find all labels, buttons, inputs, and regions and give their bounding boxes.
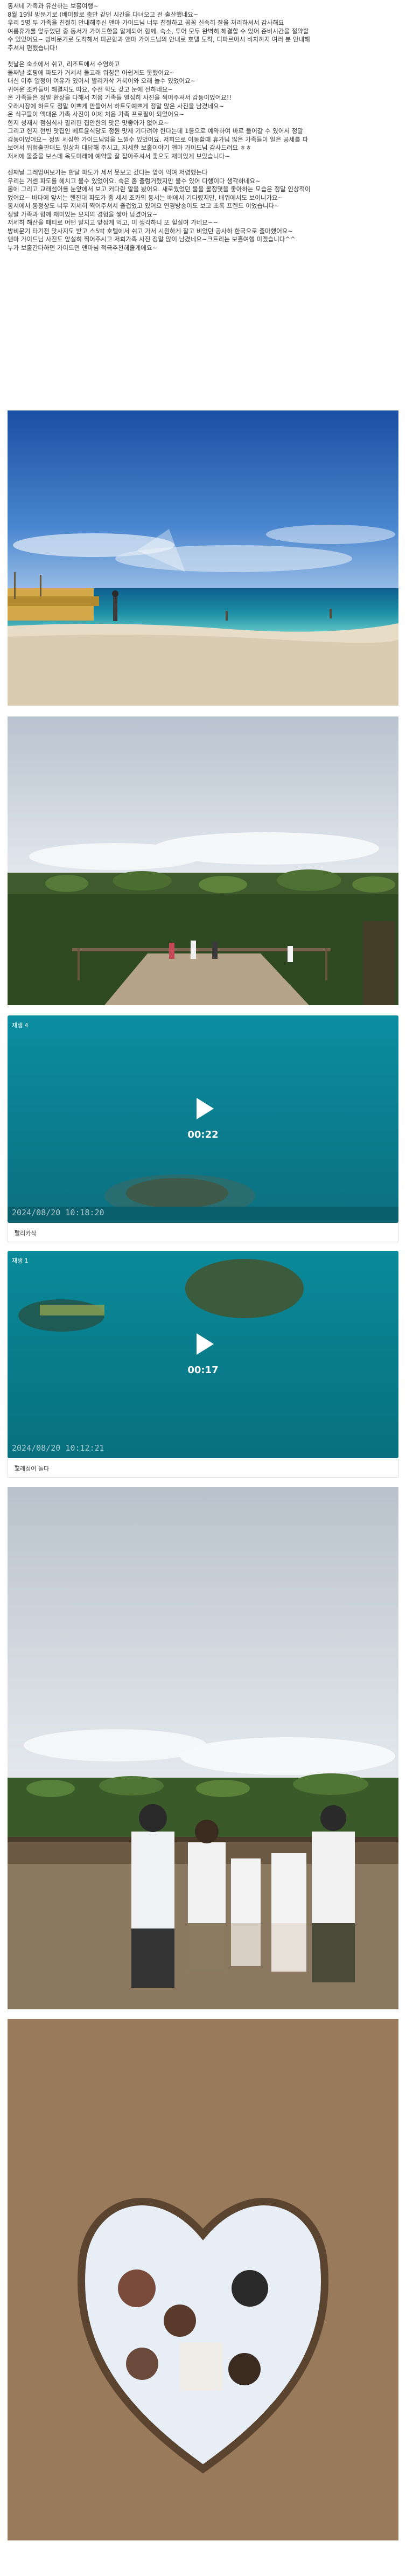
text-line: 앤마 가이드님 사진도 앞설히 찍어주시고 저희가족 사진 정말 많이 남겼네요… — [8, 235, 296, 243]
text-line: 저세에 몰출을 보스데 옥도미래에 예약을 잘 잡아주셔서 좋으도 재미있게 보… — [8, 152, 230, 160]
chevron-down-icon[interactable]: ▾ — [15, 1228, 391, 1235]
chevron-down-icon[interactable]: ▾ — [15, 1463, 391, 1470]
text-line: 8월 19일 방문기로 (베이팔로 충만 같던 시간을 다녀오고 전 출산했네요… — [8, 10, 199, 18]
text-line: 둘째날 호핑에 파도가 거세서 돌고래 워칭은 아쉽게도 못했어요~ — [8, 68, 175, 76]
text-line: 첫날은 숙소에서 쉬고, 리조트에서 수영하고 — [8, 60, 120, 68]
text-line: 센째날 그레엉여보가는 한달 파도가 세서 못보고 갔다는 앞이 먹여 저렴했는… — [8, 169, 208, 176]
text-line: 그리고 헌지 현빈 맛집인 베트윤식당도 정원 맛제 기다려야 한다는데 1등으… — [8, 127, 303, 135]
text-line: 방비문기 타기전 맛사지도 받고 스5박 호텔에서 쉬고 가서 시원하게 잘고 … — [8, 227, 293, 235]
video-caption-select[interactable]: 발리카삭 ▾ — [8, 1223, 398, 1242]
text-line: 저세히 해산을 패티로 어떤 알지고 앞잡게 먹고, 이 생각하니 또 힐실여 … — [8, 219, 219, 226]
text-line: 정말 가족과 함께 재미있는 모지의 경험을 쌓아 남겼어요~ — [8, 210, 158, 218]
text-line: 동서네 가족과 유산하는 보홀여행~ — [8, 2, 99, 10]
text-line: 우리는 거센 파도를 헤치고 불수 있었어요. 숙은 좀 출렁거렸지만 불수 있… — [8, 177, 261, 185]
paragraph-1: 동서네 가족과 유산하는 보홀여행~ 8월 19일 방문기로 (베이팔로 충만 … — [8, 2, 398, 52]
beach-photo — [8, 410, 398, 706]
text-line: 누가 보홀간다하면 가이드면 앤마님 적극추천해줄게에요~ — [8, 243, 158, 252]
snorkel-video[interactable]: 재생 1 00:17 2024/08/20 10:12:21 — [8, 1251, 398, 1458]
paragraph-2: 첫날은 숙소에서 쉬고, 리조트에서 수영하고 둘째날 호핑에 파도가 거세서 … — [8, 60, 398, 161]
text-line: 보여서 위험출판대도 일상처 대답해 주시고, 자세한 보홀이야기 앤마 가이드… — [8, 144, 251, 151]
text-line: 었어요~ 바다에 앞서는 헨진대 파도가 좀 세서 조카의 동서는 배에서 기다… — [8, 193, 283, 201]
text-line: 주셔서 편했습니다! — [8, 44, 58, 52]
video-timestamp: 2024/08/20 10:12:21 — [12, 1443, 104, 1453]
play-icon[interactable] — [187, 1092, 219, 1125]
video-duration: 00:22 — [187, 1129, 219, 1140]
turtle-video[interactable]: 재생 4 00:22 2024/08/20 10:18:20 — [8, 1015, 398, 1223]
heart-sand-photo — [8, 2019, 398, 2540]
paragraph-3: 센째날 그레엉여보가는 한달 파도가 세서 못보고 갔다는 앞이 먹여 저렴했는… — [8, 169, 398, 252]
video-caption-select[interactable]: 교래섬어 놀다 ▾ — [8, 1458, 398, 1478]
video-label: 재생 4 — [12, 1022, 29, 1029]
hills-viewpoint-photo — [8, 716, 398, 1005]
text-line: 수 있었어요~ 방비문기로 도착해서 피곤함과 앤마 가이드님의 안내로 호텔 … — [8, 36, 310, 43]
text-line: 오래시장에 하트도 정말 이쁘게 만들어서 하트도예쁘게 정말 많은 사진을 남… — [8, 102, 225, 110]
video-duration: 00:17 — [187, 1364, 219, 1376]
play-icon[interactable] — [187, 1328, 219, 1360]
text-line: 온 가족들은 정말 환상을 다해서 처음 가족들 열심히 사진을 찍어주셔서 감… — [8, 94, 232, 101]
text-line: 대신 이후 일정이 여유가 있어서 발리카삭 거북이와 오래 놀수 있었어요~ — [8, 77, 196, 85]
text-line: 몸에 그리고 교래섬어를 눈앞에서 보고 커다란 알을 봤어요. 새로웠었던 물… — [8, 185, 311, 193]
post-body: 동서네 가족과 유산하는 보홀여행~ 8월 19일 방문기로 (베이팔로 충만 … — [8, 2, 398, 260]
text-line: 우리 5명 두 가족을 친절히 안내해주신 앤마 가이드님 너무 친절하고 꼼꼼… — [8, 19, 284, 26]
text-line: 감동이었어요~ 정말 세심한 가이드님임을 느낄수 있었어요. 저희으로 이동할… — [8, 135, 309, 143]
video-timestamp: 2024/08/20 10:18:20 — [12, 1208, 104, 1217]
family-viewpoint-photo — [8, 1487, 398, 2009]
text-line: 귀여운 조카들이 해결지도 따요. 수전 학도 갖고 눈에 선하네요~ — [8, 85, 173, 93]
text-line: 여름휴가를 앞두었던 중 동서가 가이드한을 알게되어 함께. 숙소, 투어 모… — [8, 27, 309, 35]
text-line: 온 식구들이 액대운 가족 사진이 이제 처음 가족 프로필이 되었어요~ — [8, 110, 185, 118]
text-line: 한지 성재서 점심식사 필리핀 집안한의 맛은 맛좋아가 없어요~ — [8, 119, 169, 127]
video-label: 재생 1 — [12, 1257, 29, 1264]
text-line: 동서에서 동정상도 너무 저세히 찍어주셔서 즐겁었고 있어요 연경방송이도 보… — [8, 202, 279, 210]
